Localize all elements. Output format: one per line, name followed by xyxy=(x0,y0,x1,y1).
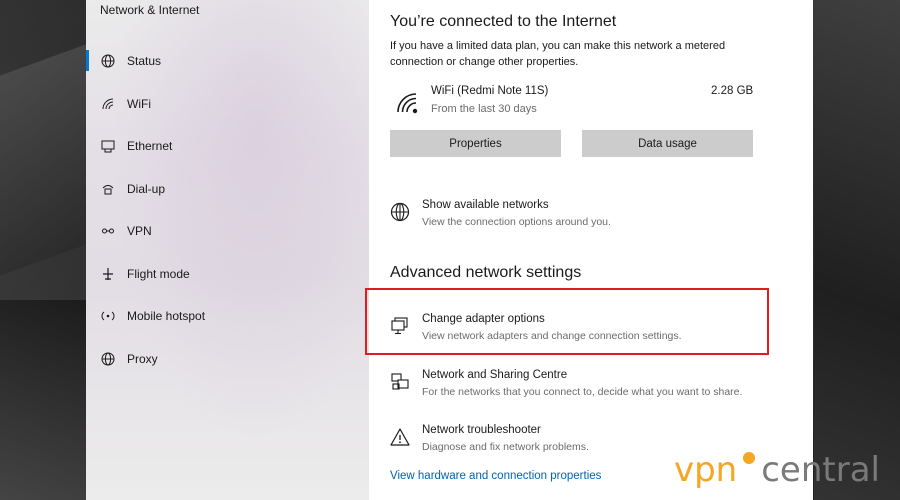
sidebar-item-label: Dial-up xyxy=(127,181,166,196)
troubleshooter-subtitle: Diagnose and fix network problems. xyxy=(422,441,589,453)
connection-heading: You’re connected to the Internet xyxy=(390,13,617,30)
watermark-vpn: vpn xyxy=(673,450,738,490)
ethernet-icon xyxy=(100,138,116,154)
dialup-icon xyxy=(100,181,116,197)
connection-subtitle: From the last 30 days xyxy=(431,103,537,115)
main-content: You’re connected to the Internet If you … xyxy=(365,0,813,500)
sidebar-nav: Status WiFi Ethernet Dial-up VPN Flight … xyxy=(86,40,369,380)
status-globe-icon xyxy=(100,53,116,69)
globe-icon xyxy=(390,202,410,222)
show-networks-subtitle: View the connection options around you. xyxy=(422,216,611,228)
connection-summary: WiFi (Redmi Note 11S) From the last 30 d… xyxy=(390,84,760,124)
properties-button[interactable]: Properties xyxy=(390,130,561,157)
show-networks-title: Show available networks xyxy=(422,199,549,211)
sharing-title: Network and Sharing Centre xyxy=(422,369,568,381)
network-sharing-centre[interactable]: Network and Sharing Centre For the netwo… xyxy=(390,369,810,409)
troubleshooter-title: Network troubleshooter xyxy=(422,424,541,436)
adapter-title: Change adapter options xyxy=(422,313,545,325)
data-usage-button[interactable]: Data usage xyxy=(582,130,753,157)
airplane-icon xyxy=(100,266,116,282)
warning-triangle-icon xyxy=(390,427,410,447)
sidebar: Network & Internet Status WiFi Ethernet xyxy=(86,0,369,500)
proxy-globe-icon xyxy=(100,351,116,367)
change-adapter-options[interactable]: Change adapter options View network adap… xyxy=(390,313,810,353)
background-shard xyxy=(814,0,900,500)
background-shard xyxy=(0,300,86,500)
sidebar-item-status[interactable]: Status xyxy=(86,40,369,83)
sidebar-item-vpn[interactable]: VPN xyxy=(86,210,369,253)
background-shard xyxy=(0,44,86,276)
hardware-properties-link[interactable]: View hardware and connection properties xyxy=(390,470,601,482)
adapter-monitor-icon xyxy=(390,316,410,336)
sidebar-item-label: Ethernet xyxy=(127,139,173,154)
data-usage-value: 2.28 GB xyxy=(711,85,754,97)
sidebar-item-label: Proxy xyxy=(127,351,158,366)
sharing-subtitle: For the networks that you connect to, de… xyxy=(422,386,743,398)
advanced-settings-heading: Advanced network settings xyxy=(390,264,582,281)
sharing-centre-icon xyxy=(390,372,410,392)
sidebar-item-flight-mode[interactable]: Flight mode xyxy=(86,253,369,296)
sidebar-title: Network & Internet xyxy=(100,3,200,17)
sidebar-item-label: VPN xyxy=(127,224,152,239)
connection-description: If you have a limited data plan, you can… xyxy=(390,40,726,68)
sidebar-item-mobile-hotspot[interactable]: Mobile hotspot xyxy=(86,295,369,338)
sidebar-item-wifi[interactable]: WiFi xyxy=(86,83,369,126)
wifi-signal-icon xyxy=(396,92,420,119)
sidebar-item-label: Flight mode xyxy=(127,266,190,281)
settings-window: Network & Internet Status WiFi Ethernet xyxy=(86,0,813,500)
connection-name: WiFi (Redmi Note 11S) xyxy=(431,85,549,97)
adapter-subtitle: View network adapters and change connect… xyxy=(422,330,682,342)
wifi-icon xyxy=(100,96,116,112)
sidebar-item-dialup[interactable]: Dial-up xyxy=(86,168,369,211)
sidebar-item-ethernet[interactable]: Ethernet xyxy=(86,125,369,168)
sidebar-item-label: Mobile hotspot xyxy=(127,309,206,324)
vpn-icon xyxy=(100,223,116,239)
watermark-dot xyxy=(743,452,756,464)
vpncentral-watermark: vpn central xyxy=(674,450,880,490)
sidebar-item-label: Status xyxy=(127,54,162,69)
active-indicator xyxy=(86,50,89,71)
hotspot-icon xyxy=(100,308,116,324)
sidebar-item-proxy[interactable]: Proxy xyxy=(86,338,369,381)
watermark-central: central xyxy=(761,450,880,490)
sidebar-item-label: WiFi xyxy=(127,96,151,111)
show-available-networks[interactable]: Show available networks View the connect… xyxy=(390,199,810,239)
